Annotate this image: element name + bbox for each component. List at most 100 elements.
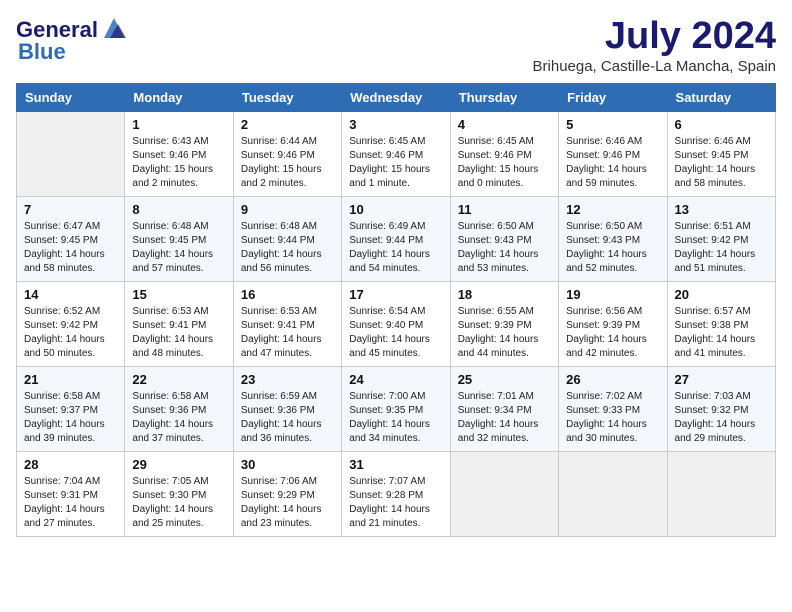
day-number: 15 [132, 287, 225, 302]
day-number: 16 [241, 287, 334, 302]
calendar-cell: 31 Sunrise: 7:07 AM Sunset: 9:28 PM Dayli… [342, 451, 450, 536]
day-info: Sunrise: 6:45 AM Sunset: 9:46 PM Dayligh… [349, 135, 442, 191]
calendar-cell: 12Sunrise: 6:50 AM Sunset: 9:43 PM Dayli… [559, 196, 667, 281]
calendar-cell: 10 Sunrise: 6:49 AM Sunset: 9:44 PM Dayli… [342, 196, 450, 281]
day-info: Sunrise: 6:50 AM Sunset: 9:43 PM Dayligh… [458, 220, 551, 276]
day-number: 23 [241, 372, 334, 387]
calendar-cell [450, 451, 558, 536]
calendar-cell: 20Sunrise: 6:57 AM Sunset: 9:38 PM Dayli… [667, 281, 775, 366]
day-info: Sunrise: 6:44 AM Sunset: 9:46 PM Dayligh… [241, 135, 334, 191]
calendar-cell: 5Sunrise: 6:46 AM Sunset: 9:46 PM Daylig… [559, 111, 667, 196]
calendar-week-row: 14 Sunrise: 6:52 AM Sunset: 9:42 PM Dayli… [17, 281, 776, 366]
calendar-header-row: SundayMondayTuesdayWednesdayThursdayFrid… [17, 83, 776, 111]
col-header-saturday: Saturday [667, 83, 775, 111]
calendar-cell [559, 451, 667, 536]
calendar-cell: 21 Sunrise: 6:58 AM Sunset: 9:37 PM Dayli… [17, 366, 125, 451]
title-block: July 2024 Brihuega, Castille-La Mancha, … [533, 16, 776, 75]
calendar-cell: 22Sunrise: 6:58 AM Sunset: 9:36 PM Dayli… [125, 366, 233, 451]
day-number: 1 [132, 117, 225, 132]
day-number: 31 [349, 457, 442, 472]
day-info: Sunrise: 6:54 AM Sunset: 9:40 PM Dayligh… [349, 305, 442, 361]
day-info: Sunrise: 7:04 AM Sunset: 9:31 PM Dayligh… [24, 475, 117, 531]
day-info: Sunrise: 7:01 AM Sunset: 9:34 PM Dayligh… [458, 390, 551, 446]
day-number: 5 [566, 117, 659, 132]
calendar-cell: 19 Sunrise: 6:56 AM Sunset: 9:39 PM Dayli… [559, 281, 667, 366]
page-header: General Blue July 2024 Brihuega, Castill… [16, 16, 776, 75]
day-info: Sunrise: 6:45 AM Sunset: 9:46 PM Dayligh… [458, 135, 551, 191]
calendar-cell: 18Sunrise: 6:55 AM Sunset: 9:39 PM Dayli… [450, 281, 558, 366]
calendar-cell: 25 Sunrise: 7:01 AM Sunset: 9:34 PM Dayli… [450, 366, 558, 451]
calendar-cell: 23 Sunrise: 6:59 AM Sunset: 9:36 PM Dayli… [233, 366, 341, 451]
day-info: Sunrise: 6:48 AM Sunset: 9:44 PM Dayligh… [241, 220, 334, 276]
day-info: Sunrise: 6:53 AM Sunset: 9:41 PM Dayligh… [132, 305, 225, 361]
location: Brihuega, Castille-La Mancha, Spain [533, 58, 776, 75]
calendar-cell [667, 451, 775, 536]
calendar-week-row: 21 Sunrise: 6:58 AM Sunset: 9:37 PM Dayli… [17, 366, 776, 451]
calendar-week-row: 1 Sunrise: 6:43 AM Sunset: 9:46 PM Daylig… [17, 111, 776, 196]
day-info: Sunrise: 6:56 AM Sunset: 9:39 PM Dayligh… [566, 305, 659, 361]
day-number: 30 [241, 457, 334, 472]
logo-blue-text: Blue [18, 40, 66, 64]
day-number: 20 [675, 287, 768, 302]
day-number: 21 [24, 372, 117, 387]
calendar-cell: 26Sunrise: 7:02 AM Sunset: 9:33 PM Dayli… [559, 366, 667, 451]
day-number: 11 [458, 202, 551, 217]
logo: General Blue [16, 16, 128, 64]
calendar-cell: 7Sunrise: 6:47 AM Sunset: 9:45 PM Daylig… [17, 196, 125, 281]
calendar-cell: 30 Sunrise: 7:06 AM Sunset: 9:29 PM Dayli… [233, 451, 341, 536]
day-info: Sunrise: 7:03 AM Sunset: 9:32 PM Dayligh… [675, 390, 768, 446]
day-number: 28 [24, 457, 117, 472]
calendar-cell: 13 Sunrise: 6:51 AM Sunset: 9:42 PM Dayli… [667, 196, 775, 281]
day-info: Sunrise: 7:02 AM Sunset: 9:33 PM Dayligh… [566, 390, 659, 446]
col-header-tuesday: Tuesday [233, 83, 341, 111]
calendar-cell: 29Sunrise: 7:05 AM Sunset: 9:30 PM Dayli… [125, 451, 233, 536]
col-header-wednesday: Wednesday [342, 83, 450, 111]
month-title: July 2024 [533, 16, 776, 58]
day-info: Sunrise: 6:53 AM Sunset: 9:41 PM Dayligh… [241, 305, 334, 361]
day-info: Sunrise: 6:52 AM Sunset: 9:42 PM Dayligh… [24, 305, 117, 361]
day-info: Sunrise: 7:05 AM Sunset: 9:30 PM Dayligh… [132, 475, 225, 531]
calendar-table: SundayMondayTuesdayWednesdayThursdayFrid… [16, 83, 776, 537]
day-info: Sunrise: 6:43 AM Sunset: 9:46 PM Dayligh… [132, 135, 225, 191]
day-number: 14 [24, 287, 117, 302]
day-info: Sunrise: 6:59 AM Sunset: 9:36 PM Dayligh… [241, 390, 334, 446]
calendar-cell: 27Sunrise: 7:03 AM Sunset: 9:32 PM Dayli… [667, 366, 775, 451]
day-info: Sunrise: 7:06 AM Sunset: 9:29 PM Dayligh… [241, 475, 334, 531]
day-number: 22 [132, 372, 225, 387]
day-number: 19 [566, 287, 659, 302]
day-number: 9 [241, 202, 334, 217]
calendar-cell: 14 Sunrise: 6:52 AM Sunset: 9:42 PM Dayli… [17, 281, 125, 366]
day-info: Sunrise: 7:00 AM Sunset: 9:35 PM Dayligh… [349, 390, 442, 446]
col-header-monday: Monday [125, 83, 233, 111]
day-number: 10 [349, 202, 442, 217]
day-number: 13 [675, 202, 768, 217]
day-number: 25 [458, 372, 551, 387]
col-header-thursday: Thursday [450, 83, 558, 111]
day-number: 6 [675, 117, 768, 132]
day-number: 17 [349, 287, 442, 302]
calendar-cell: 3Sunrise: 6:45 AM Sunset: 9:46 PM Daylig… [342, 111, 450, 196]
day-info: Sunrise: 6:48 AM Sunset: 9:45 PM Dayligh… [132, 220, 225, 276]
calendar-cell: 6 Sunrise: 6:46 AM Sunset: 9:45 PM Daylig… [667, 111, 775, 196]
col-header-sunday: Sunday [17, 83, 125, 111]
day-info: Sunrise: 6:51 AM Sunset: 9:42 PM Dayligh… [675, 220, 768, 276]
day-number: 4 [458, 117, 551, 132]
calendar-cell: 24 Sunrise: 7:00 AM Sunset: 9:35 PM Dayli… [342, 366, 450, 451]
calendar-cell: 2 Sunrise: 6:44 AM Sunset: 9:46 PM Daylig… [233, 111, 341, 196]
col-header-friday: Friday [559, 83, 667, 111]
calendar-cell: 9 Sunrise: 6:48 AM Sunset: 9:44 PM Daylig… [233, 196, 341, 281]
day-info: Sunrise: 7:07 AM Sunset: 9:28 PM Dayligh… [349, 475, 442, 531]
day-number: 2 [241, 117, 334, 132]
day-number: 7 [24, 202, 117, 217]
calendar-week-row: 28 Sunrise: 7:04 AM Sunset: 9:31 PM Dayli… [17, 451, 776, 536]
calendar-cell [17, 111, 125, 196]
day-info: Sunrise: 6:46 AM Sunset: 9:45 PM Dayligh… [675, 135, 768, 191]
day-info: Sunrise: 6:58 AM Sunset: 9:37 PM Dayligh… [24, 390, 117, 446]
calendar-cell: 8 Sunrise: 6:48 AM Sunset: 9:45 PM Daylig… [125, 196, 233, 281]
day-number: 24 [349, 372, 442, 387]
day-number: 12 [566, 202, 659, 217]
calendar-cell: 17 Sunrise: 6:54 AM Sunset: 9:40 PM Dayli… [342, 281, 450, 366]
day-info: Sunrise: 6:49 AM Sunset: 9:44 PM Dayligh… [349, 220, 442, 276]
day-number: 8 [132, 202, 225, 217]
calendar-cell: 1 Sunrise: 6:43 AM Sunset: 9:46 PM Daylig… [125, 111, 233, 196]
